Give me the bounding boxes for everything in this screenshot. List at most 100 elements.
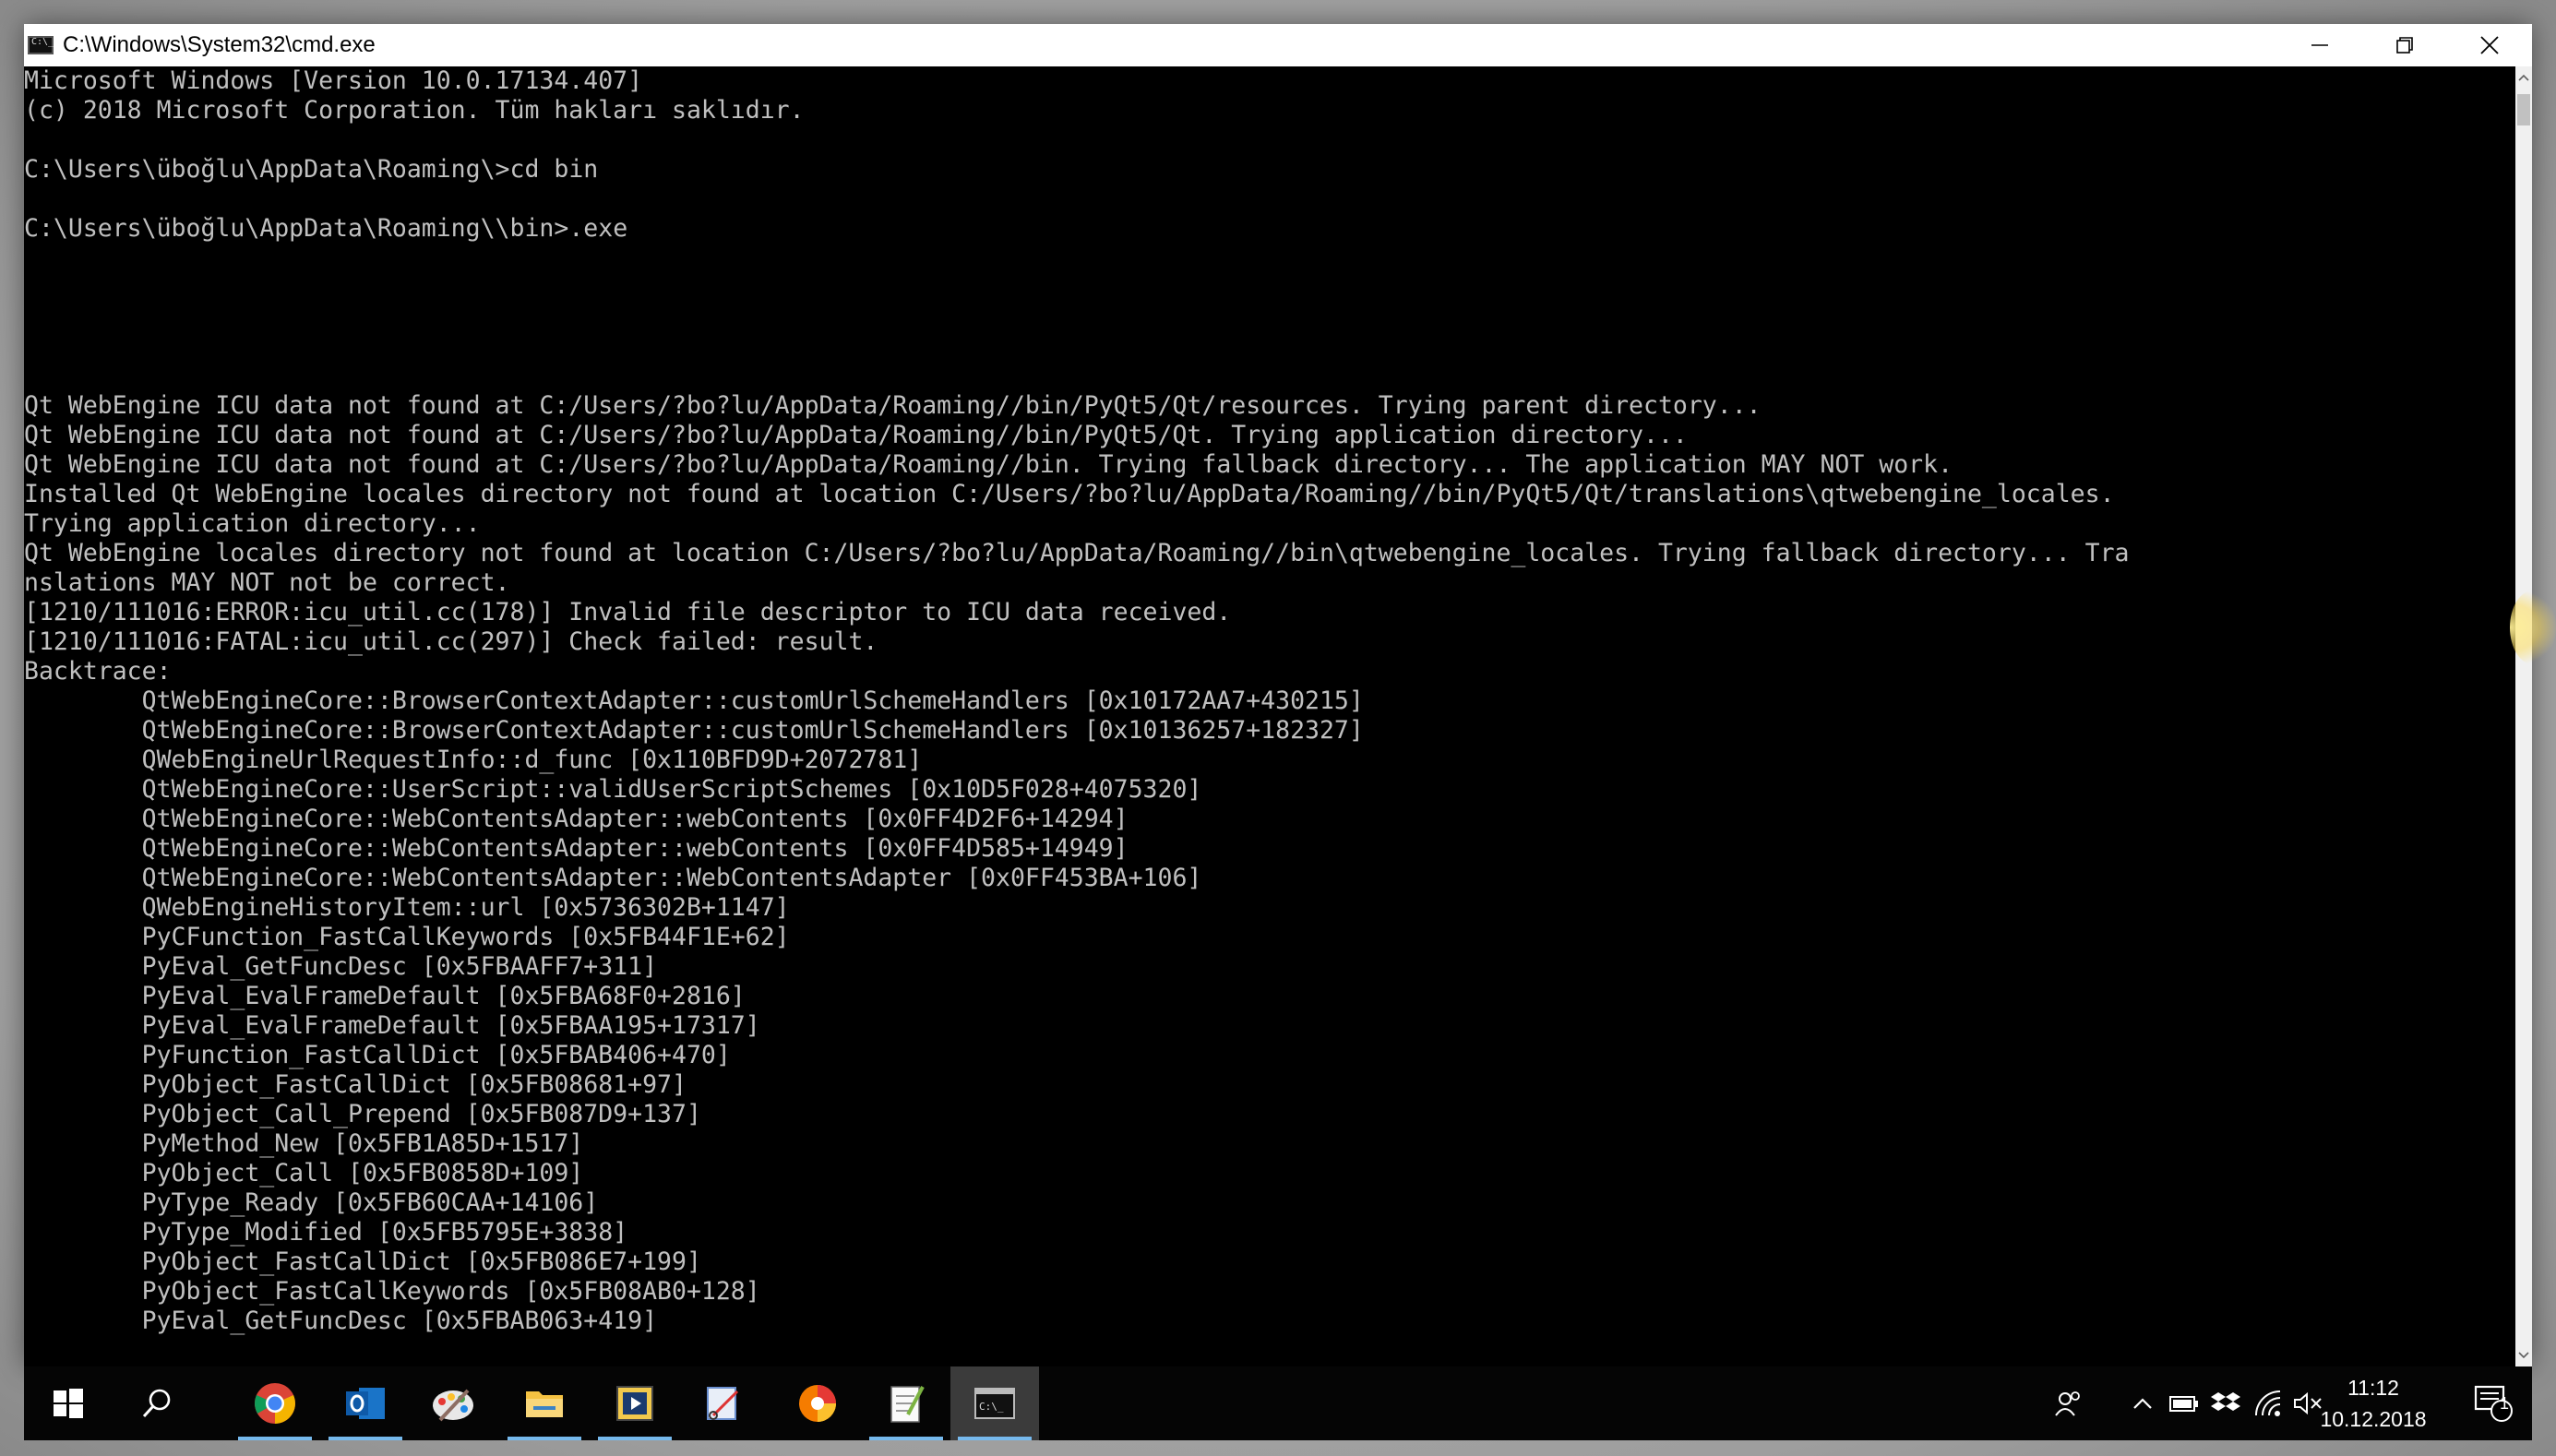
console-line: (c) 2018 Microsoft Corporation. Tüm hakl… xyxy=(24,96,2515,125)
console-text: Qt WebEngine ICU data not found at C:/Us… xyxy=(24,391,672,420)
console-text: QtWebEngineCore::BrowserContextAdapter::… xyxy=(24,686,1364,715)
console-text: /bin\qtwebengine_locales. Trying fallbac… xyxy=(1275,539,2130,567)
console-text: C:\Users\ xyxy=(24,155,157,184)
close-button[interactable] xyxy=(2447,24,2532,66)
taskbar-media-player[interactable] xyxy=(591,1366,679,1440)
console-text: PyEval_GetFuncDesc [0x5FBAB063+419] xyxy=(24,1307,658,1335)
running-indicator xyxy=(328,1437,402,1440)
console-text: PyObject_Call [0x5FB0858D+109] xyxy=(24,1159,584,1187)
console-text: QtWebEngineCore::UserScript::validUserSc… xyxy=(24,775,1202,804)
taskbar-snipping-tool[interactable] xyxy=(679,1366,768,1440)
console-line: PyObject_FastCallDict [0x5FB08681+97] xyxy=(24,1070,2515,1100)
network-tray[interactable] xyxy=(2248,1366,2288,1440)
taskbar-app-orange[interactable] xyxy=(773,1366,862,1440)
console-text: ?bo?lu/AppData/Roaming/ xyxy=(672,421,1010,449)
console-line: QWebEngineHistoryItem::url [0x5736302B+1… xyxy=(24,893,2515,923)
console-line: QtWebEngineCore::BrowserContextAdapter::… xyxy=(24,716,2515,746)
scroll-up-arrow-icon[interactable] xyxy=(2515,66,2532,89)
console-text: ?bo?lu/AppData/Roaming/ xyxy=(672,391,1010,420)
taskbar-paint[interactable] xyxy=(410,1366,498,1440)
action-center-button[interactable]: 1 xyxy=(2460,1366,2525,1440)
console-text: Qt WebEngine ICU data not found at C:/Us… xyxy=(24,450,672,479)
console-line: QtWebEngineCore::WebContentsAdapter::Web… xyxy=(24,864,2515,893)
vertical-scrollbar[interactable] xyxy=(2515,66,2532,1366)
search-button[interactable] xyxy=(113,1366,201,1440)
restore-icon xyxy=(2396,37,2413,54)
console-line: [1210/111016:ERROR:icu_util.cc(178)] Inv… xyxy=(24,598,2515,627)
console-text: QWebEngineUrlRequestInfo::d_func [0x110B… xyxy=(24,746,923,774)
console-text: PyObject_Call_Prepend [0x5FB087D9+137] xyxy=(24,1100,701,1128)
console-line: Microsoft Windows [Version 10.0.17134.40… xyxy=(24,66,2515,96)
search-icon xyxy=(142,1389,171,1418)
taskbar-chrome[interactable] xyxy=(231,1366,319,1440)
chrome-icon xyxy=(255,1383,295,1424)
title-bar[interactable]: C:\Windows\System32\cmd.exe xyxy=(24,24,2532,66)
window-title: C:\Windows\System32\cmd.exe xyxy=(63,32,376,57)
people-button[interactable] xyxy=(2045,1366,2091,1440)
console-text: QtWebEngineCore::WebContentsAdapter::web… xyxy=(24,834,1129,863)
console-line: Qt WebEngine ICU data not found at C:/Us… xyxy=(24,421,2515,450)
console-text: [1210/111016:FATAL:icu_util.cc(297)] Che… xyxy=(24,627,878,656)
console-line: QtWebEngineCore::BrowserContextAdapter::… xyxy=(24,686,2515,716)
console-text: Trying application directory... xyxy=(24,509,481,538)
cmd-icon: C:\_ xyxy=(974,1388,1015,1419)
clock-time: 11:12 xyxy=(2347,1376,2399,1400)
windows-logo-icon xyxy=(54,1389,83,1418)
console-line: PyEval_GetFuncDesc [0x5FBAB063+419] xyxy=(24,1307,2515,1336)
console-line: Backtrace: xyxy=(24,657,2515,686)
taskbar-notepad-plus[interactable] xyxy=(862,1366,950,1440)
console-line: nslations MAY NOT not be correct. xyxy=(24,568,2515,598)
console-line: QtWebEngineCore::UserScript::validUserSc… xyxy=(24,775,2515,805)
snip-icon xyxy=(707,1387,739,1420)
dropbox-tray[interactable] xyxy=(2207,1366,2244,1440)
console-line: QtWebEngineCore::WebContentsAdapter::web… xyxy=(24,805,2515,834)
scroll-down-arrow-icon[interactable] xyxy=(2515,1344,2532,1366)
taskbar-outlook[interactable] xyxy=(321,1366,410,1440)
console-line: PyObject_Call_Prepend [0x5FB087D9+137] xyxy=(24,1100,2515,1129)
console-text: Microsoft Windows [Version 10.0.17134.40… xyxy=(24,66,643,95)
console-text: nslations MAY NOT not be correct. xyxy=(24,568,510,597)
console-text: /bin/PyQt5/Qt. Trying application direct… xyxy=(1009,421,1688,449)
running-indicator xyxy=(869,1437,943,1440)
console-text: [1210/111016:ERROR:icu_util.cc(178)] Inv… xyxy=(24,598,1232,627)
start-button[interactable] xyxy=(24,1366,113,1440)
clock-date: 10.12.2018 xyxy=(2320,1407,2427,1431)
console-line: Trying application directory... xyxy=(24,509,2515,539)
console-line: PyMethod_New [0x5FB1A85D+1517] xyxy=(24,1129,2515,1159)
console-output[interactable]: Microsoft Windows [Version 10.0.17134.40… xyxy=(24,66,2515,1366)
console-text: Qt WebEngine locales directory not found… xyxy=(24,539,938,567)
console-text: Installed Qt WebEngine locales directory… xyxy=(24,480,1084,508)
show-hidden-icons-button[interactable] xyxy=(2126,1366,2159,1440)
paint-icon xyxy=(433,1389,473,1422)
taskbar: C:\_ 11:12 10.12.2018 1 xyxy=(24,1366,2532,1440)
console-text: PyEval_EvalFrameDefault [0x5FBAA195+1731… xyxy=(24,1011,760,1040)
scrollbar-thumb[interactable] xyxy=(2517,94,2530,125)
console-text: \bin> xyxy=(495,214,569,243)
console-text: QtWebEngineCore::BrowserContextAdapter::… xyxy=(24,716,1364,745)
console-text: QWebEngineHistoryItem::url [0x5736302B+1… xyxy=(24,893,790,922)
console-text: (c) 2018 Microsoft Corporation. Tüm hakl… xyxy=(24,96,805,125)
console-text: ?bo?lu/AppData/Roaming/ xyxy=(1083,480,1423,508)
battery-tray[interactable] xyxy=(2165,1366,2204,1440)
restore-button[interactable] xyxy=(2362,24,2447,66)
console-text: C:\Users\ xyxy=(24,214,157,243)
console-line: Qt WebEngine ICU data not found at C:/Us… xyxy=(24,391,2515,421)
taskbar-clock[interactable]: 11:12 10.12.2018 xyxy=(2318,1372,2429,1435)
taskbar-cmd[interactable]: C:\_ xyxy=(950,1366,1039,1440)
running-indicator xyxy=(238,1437,312,1440)
battery-icon xyxy=(2169,1396,2198,1412)
console-line: PyFunction_FastCallDict [0x5FBAB406+470] xyxy=(24,1041,2515,1070)
outlook-icon xyxy=(346,1388,385,1419)
console-text: PyEval_GetFuncDesc [0x5FBAAFF7+311] xyxy=(24,952,658,981)
media-icon xyxy=(616,1386,653,1421)
taskbar-file-explorer[interactable] xyxy=(500,1366,589,1440)
running-indicator xyxy=(508,1437,581,1440)
console-text: PyObject_FastCallKeywords [0x5FB08AB0+12… xyxy=(24,1277,760,1306)
wifi-icon xyxy=(2255,1390,2281,1416)
minimize-icon xyxy=(2311,44,2328,46)
console-text: PyEval_EvalFrameDefault [0x5FBA68F0+2816… xyxy=(24,982,746,1010)
minimize-button[interactable] xyxy=(2277,24,2362,66)
